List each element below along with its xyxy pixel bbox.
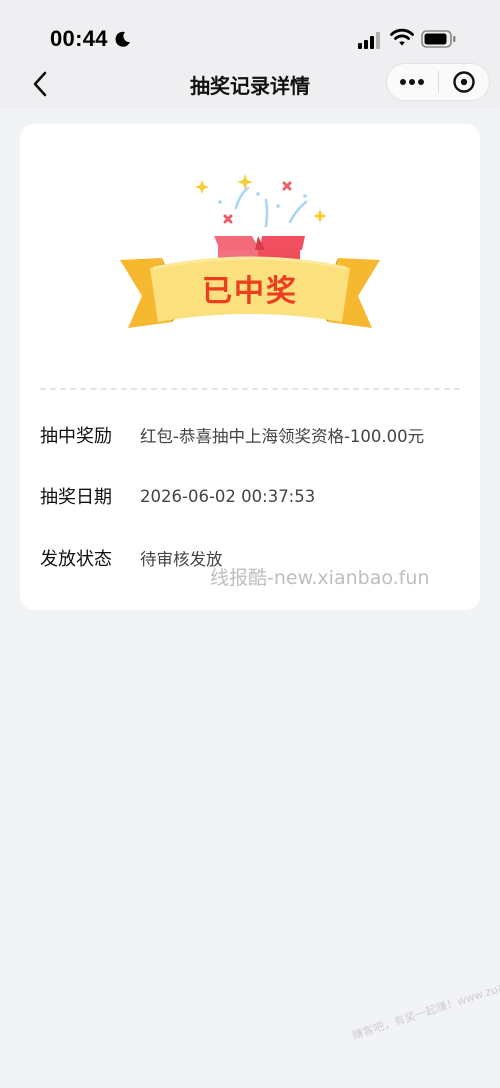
reward-row: 抽中奖励 红包-恭喜抽中上海领奖资格-100.00元 — [40, 420, 424, 450]
status-time: 00:44 — [50, 26, 108, 51]
signal-icon — [358, 32, 380, 49]
prize-box-illustration — [120, 174, 380, 328]
divider — [40, 388, 460, 390]
draw-date-row: 抽奖日期 2026-06-02 00:37:53 — [40, 481, 315, 511]
status-bar: 00:44 — [0, 0, 500, 62]
watermark: 线报酷-new.xianbao.fun — [210, 567, 430, 589]
close-button[interactable] — [438, 64, 489, 100]
battery-icon — [421, 30, 456, 48]
draw-date-value: 2026-06-02 00:37:53 — [140, 486, 316, 506]
more-button[interactable] — [387, 64, 438, 100]
corner-watermark: 赚客吧，有奖一起赚！www.zuanke8.com — [350, 964, 500, 1043]
draw-date-label: 抽奖日期 — [40, 487, 112, 508]
delivery-status-row: 发放状态 待审核发放 — [40, 543, 223, 573]
delivery-status-label: 发放状态 — [40, 549, 112, 570]
moon-icon — [115, 31, 130, 47]
lottery-record-card: 已中奖 抽中奖励 红包-恭喜抽中上海领奖资格-100.00元 抽奖日期 2026… — [20, 124, 480, 610]
mini-program-capsule — [386, 63, 490, 101]
close-circle-icon — [453, 71, 475, 93]
prize-status-banner: 已中奖 — [202, 274, 298, 309]
more-icon — [400, 79, 425, 85]
wifi-icon — [390, 28, 414, 46]
reward-value: 红包-恭喜抽中上海领奖资格-100.00元 — [140, 427, 425, 446]
reward-label: 抽中奖励 — [40, 426, 112, 447]
nav-bar: 抽奖记录详情 — [0, 62, 500, 108]
